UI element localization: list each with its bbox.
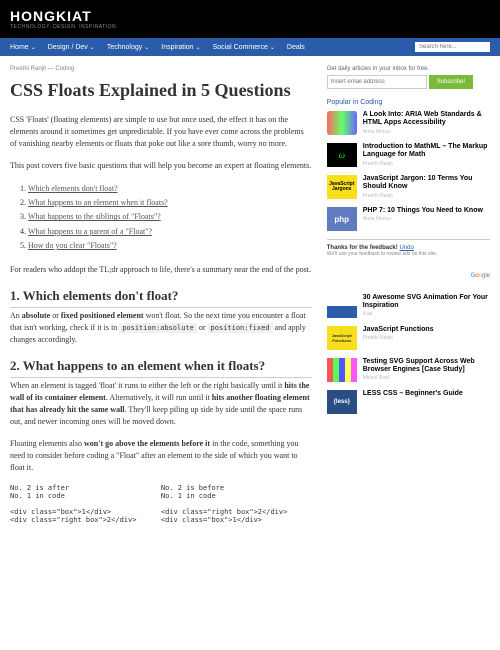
site-header: HONGKIAT TECHNOLOGY. DESIGN. INSPIRATION…: [0, 0, 500, 38]
thumbnail-icon: php: [327, 207, 357, 231]
email-field[interactable]: [327, 75, 427, 89]
thumbnail-icon: ω: [327, 143, 357, 167]
sidebar: Get daily articles in your inbox for fre…: [327, 66, 490, 532]
list-item[interactable]: JavaScript FunctionsJavaScript Functions…: [327, 326, 490, 350]
list-item[interactable]: ωIntroduction to MathML – The Markup Lan…: [327, 143, 490, 167]
chevron-down-icon: ⌄: [196, 44, 201, 51]
logo[interactable]: HONGKIAT: [10, 8, 490, 24]
thumbnail-icon: JavaScript Jargons: [327, 175, 357, 199]
tldr-note: For readers who addopt the TL;dr approac…: [10, 264, 312, 276]
tagline: TECHNOLOGY. DESIGN. INSPIRATION.: [10, 24, 490, 30]
chevron-down-icon: ⌄: [144, 44, 149, 51]
list-item[interactable]: 30 Awesome SVG Animation For Your Inspir…: [327, 294, 490, 318]
article-main: Preethi Ranjit — Coding CSS Floats Expla…: [10, 66, 327, 532]
breadcrumb: Preethi Ranjit — Coding: [10, 66, 312, 72]
page-title: CSS Floats Explained in 5 Questions: [10, 80, 312, 102]
thumbnail-icon: JavaScript Functions: [327, 326, 357, 350]
chevron-down-icon: ⌄: [270, 44, 275, 51]
section-para: An absolute or fixed positioned element …: [10, 310, 312, 346]
toc-link[interactable]: Which elements don't float?: [28, 184, 118, 193]
nav-home[interactable]: Home⌄: [10, 44, 36, 51]
thumbnail-icon: [327, 358, 357, 382]
code-example: No. 2 is after No. 1 in code<div class="…: [10, 484, 312, 532]
popular-heading: Popular in Coding: [327, 99, 490, 106]
thumbnail-icon: [327, 111, 357, 135]
list-item[interactable]: A Look Into: ARIA Web Standards & HTML A…: [327, 111, 490, 135]
subscribe-button[interactable]: Subscribe!: [429, 75, 473, 89]
nav-social[interactable]: Social Commerce⌄: [213, 44, 275, 51]
toc-link[interactable]: How do you clear "Floats"?: [28, 241, 117, 250]
intro-para: CSS 'Floats' (floating elements) are sim…: [10, 114, 312, 150]
list-item[interactable]: Testing SVG Support Across Web Browser E…: [327, 358, 490, 382]
nav-design[interactable]: Design / Dev⌄: [48, 44, 95, 51]
list-item[interactable]: JavaScript JargonsJavaScript Jargon: 10 …: [327, 175, 490, 199]
toc-list: Which elements don't float? What happens…: [28, 182, 312, 254]
nav-deals[interactable]: Deals: [287, 44, 305, 51]
nav-inspiration[interactable]: Inspiration⌄: [161, 44, 200, 51]
section-para: When an element is tagged 'float' it run…: [10, 380, 312, 428]
section-para: Floating elements also won't go above th…: [10, 438, 312, 474]
thumbnail-icon: [327, 294, 357, 318]
list-item[interactable]: phpPHP 7: 10 Things You Need to KnowAnna…: [327, 207, 490, 231]
toc-link[interactable]: What happens to a parent of a "Float"?: [28, 227, 152, 236]
section-heading: 1. Which elements don't float?: [10, 288, 312, 308]
chevron-down-icon: ⌄: [90, 44, 95, 51]
chevron-down-icon: ⌄: [31, 44, 36, 51]
list-item[interactable]: {less}LESS CSS – Beginner's Guide: [327, 390, 490, 414]
google-logo: Google: [327, 273, 490, 279]
thumbnail-icon: {less}: [327, 390, 357, 414]
search-input[interactable]: [415, 42, 490, 52]
toc-link[interactable]: What happens to the siblings of "Floats"…: [28, 212, 161, 221]
toc-link[interactable]: What happens to an element when it float…: [28, 198, 168, 207]
subscribe-label: Get daily articles in your inbox for fre…: [327, 66, 490, 72]
main-nav: Home⌄ Design / Dev⌄ Technology⌄ Inspirat…: [0, 38, 500, 56]
section-heading: 2. What happens to an element when it fl…: [10, 358, 312, 378]
intro-para: This post covers five basic questions th…: [10, 160, 312, 172]
ad-feedback: Thanks for the feedback! Undo We'll use …: [327, 239, 490, 258]
nav-technology[interactable]: Technology⌄: [107, 44, 149, 51]
